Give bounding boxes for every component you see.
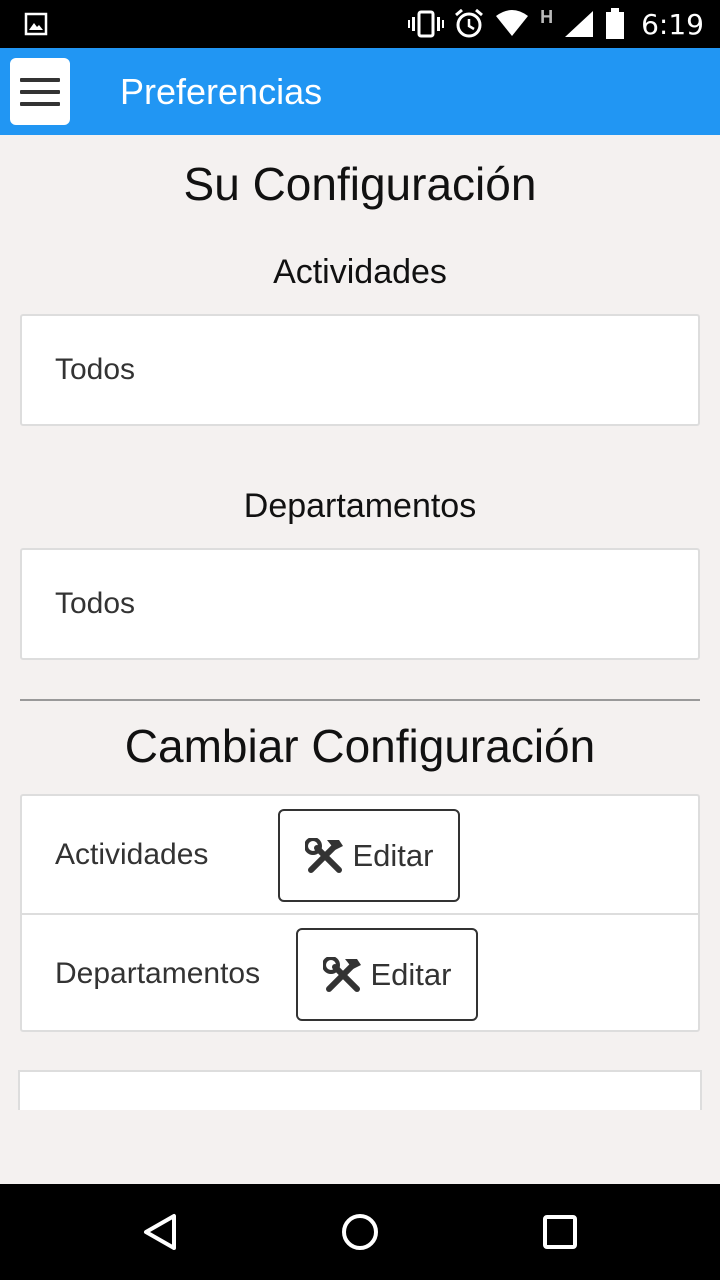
back-icon[interactable] (140, 1212, 180, 1252)
row-label-activities: Actividades (55, 838, 209, 871)
recents-icon[interactable] (540, 1212, 580, 1252)
preferences-content[interactable]: Su Configuración Actividades Todos Depar… (0, 135, 720, 1184)
change-config-title: Cambiar Configuración (124, 720, 596, 772)
departments-value: Todos (55, 587, 136, 620)
activities-value: Todos (55, 353, 136, 386)
current-config-title: Su Configuración (183, 158, 537, 210)
battery-icon (606, 8, 625, 39)
settings-list: Actividades Editar Departamentos Editar (20, 794, 700, 1032)
nav-bar (0, 1184, 720, 1280)
alarm-icon (455, 9, 484, 38)
edit-departments-label: Editar (370, 956, 452, 992)
status-bar: H 6:19 (0, 0, 720, 48)
tools-icon (322, 956, 361, 992)
hamburger-menu-icon[interactable] (10, 58, 70, 125)
edit-departments-button[interactable]: Editar (296, 928, 478, 1021)
departments-heading: Departamentos (243, 487, 477, 525)
partial-card (18, 1070, 702, 1110)
network-type-label: H (540, 6, 554, 27)
settings-row-activities: Actividades Editar (22, 796, 698, 915)
tools-icon (304, 837, 343, 873)
gallery-icon (24, 12, 48, 36)
edit-activities-button[interactable]: Editar (278, 809, 460, 902)
departments-value-box: Todos (20, 548, 700, 660)
row-label-departments: Departamentos (55, 957, 261, 990)
page-title: Preferencias (120, 71, 323, 112)
clock: 6:19 (641, 7, 704, 41)
vibrate-icon (408, 10, 445, 38)
home-icon[interactable] (340, 1212, 380, 1252)
section-divider (20, 699, 700, 701)
activities-value-box: Todos (20, 314, 700, 426)
edit-activities-label: Editar (352, 837, 434, 873)
wifi-icon (496, 10, 529, 36)
app-bar: Preferencias (0, 48, 720, 135)
signal-icon (565, 11, 594, 37)
activities-heading: Actividades (273, 253, 447, 291)
settings-row-departments: Departamentos Editar (22, 915, 698, 1032)
